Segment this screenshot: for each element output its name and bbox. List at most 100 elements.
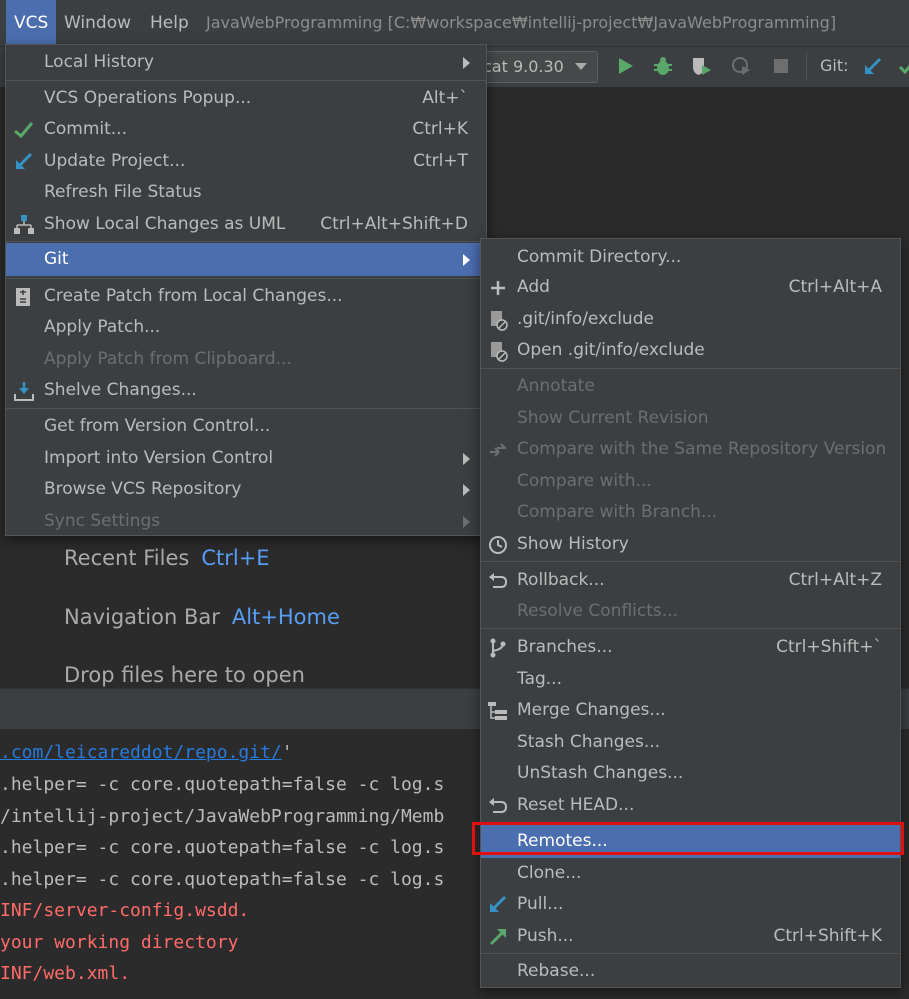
menu-item-git-info-exclude[interactable]: .git/info/exclude [481,304,900,335]
menu-item-label: Apply Patch... [44,317,161,337]
menu-item-shortcut: Ctrl+Alt+A [788,277,882,297]
submenu-arrow-icon [463,453,470,465]
remotes-highlight-box [472,822,904,855]
run-config-dropdown[interactable]: cat 9.0.30 [470,51,598,83]
menu-item-shelve-changes[interactable]: Shelve Changes... [6,375,486,406]
menu-item-label: Get from Version Control... [44,416,271,436]
menu-item-refresh-file-status[interactable]: Refresh File Status [6,177,486,208]
menu-item-create-patch[interactable]: Create Patch from Local Changes... [6,281,486,312]
navigation-bar-hint: Navigation Bar Alt+Home [64,605,340,629]
submenu-arrow-icon [463,516,470,528]
menu-item-label: Sync Settings [44,511,161,531]
menu-item-label: Add [517,277,550,297]
menu-item-local-history[interactable]: Local History [6,47,486,78]
menu-item-label: Merge Changes... [517,700,666,720]
menu-window[interactable]: Window [56,0,139,46]
update-arrow-icon [16,152,33,169]
menu-item-show-local-changes-uml[interactable]: Show Local Changes as UML Ctrl+Alt+Shift… [6,209,486,240]
menu-item-apply-patch-clipboard: Apply Patch from Clipboard... [6,344,486,375]
menu-item-resolve-conflicts: Resolve Conflicts... [481,596,900,627]
menu-item-label: Stash Changes... [517,732,661,752]
menu-item-shortcut: Ctrl+K [412,119,468,139]
menu-item-unstash-changes[interactable]: UnStash Changes... [481,758,900,789]
menu-item-commit-directory[interactable]: Commit Directory... [481,242,900,273]
git-update-icon[interactable] [862,55,884,77]
rollback-icon [489,573,508,588]
menu-item-label: Compare with the Same Repository Version [517,439,887,459]
menu-item-label: Push... [517,926,574,946]
menu-item-label: Reset HEAD... [517,795,635,815]
menu-item-label: Refresh File Status [44,182,202,202]
menu-item-reset-head[interactable]: Reset HEAD... [481,790,900,821]
window-title: JavaWebProgramming [C:₩workspace₩intelli… [206,13,837,32]
menu-item-commit[interactable]: Commit... Ctrl+K [6,114,486,145]
menu-item-label: Shelve Changes... [44,380,197,400]
menu-item-open-git-info-exclude[interactable]: Open .git/info/exclude [481,335,900,366]
menu-item-add[interactable]: Add Ctrl+Alt+A [481,272,900,303]
merge-icon [488,702,507,720]
menu-item-merge-changes[interactable]: Merge Changes... [481,695,900,726]
menu-item-compare-same-repo: Compare with the Same Repository Version [481,434,900,465]
menu-item-tag[interactable]: Tag... [481,664,900,695]
console-link[interactable]: .com/leicareddot/repo.git/ [0,742,282,763]
menu-item-compare-with: Compare with... [481,466,900,497]
patch-file-icon [16,288,30,306]
branch-icon [490,638,506,658]
submenu-arrow-icon [463,57,470,69]
menu-item-rollback[interactable]: Rollback... Ctrl+Alt+Z [481,565,900,596]
menu-item-shortcut: Ctrl+Alt+Z [788,570,882,590]
menu-separator [6,241,486,242]
clock-icon [489,536,507,554]
git-commit-icon[interactable] [898,55,909,77]
menu-item-get-from-vc[interactable]: Get from Version Control... [6,411,486,442]
profile-icon[interactable] [730,55,752,77]
chevron-down-icon [575,63,587,70]
menu-item-label: Branches... [517,637,613,657]
menu-item-browse-vcs-repo[interactable]: Browse VCS Repository [6,474,486,505]
console-line: INF/web.xml. [0,963,131,984]
debug-icon[interactable] [652,55,674,77]
menu-item-sync-settings: Sync Settings [6,506,486,537]
git-submenu: Commit Directory... Add Ctrl+Alt+A .git/… [480,238,901,988]
menu-item-show-current-revision: Show Current Revision [481,403,900,434]
menu-help[interactable]: Help [142,0,197,46]
menu-item-clone[interactable]: Clone... [481,858,900,889]
menu-item-pull[interactable]: Pull... [481,889,900,920]
menu-item-branches[interactable]: Branches... Ctrl+Shift+` [481,632,900,663]
coverage-icon[interactable] [690,55,712,77]
menu-item-git[interactable]: Git [6,243,486,276]
menu-separator [481,628,900,629]
menu-vcs[interactable]: VCS [6,0,57,46]
uml-diagram-icon [14,215,34,234]
stop-icon[interactable] [770,55,792,77]
menu-item-stash-changes[interactable]: Stash Changes... [481,727,900,758]
menu-item-vcs-operations-popup[interactable]: VCS Operations Popup... Alt+` [6,83,486,114]
menu-item-label: Rollback... [517,570,605,590]
menu-item-label: Show Current Revision [517,408,709,428]
drop-files-hint: Drop files here to open [64,663,305,687]
menu-item-rebase[interactable]: Rebase... [481,956,900,987]
push-arrow-icon [489,929,506,946]
menu-item-apply-patch[interactable]: Apply Patch... [6,312,486,343]
menu-item-label: Rebase... [517,961,596,981]
menu-item-shortcut: Ctrl+Shift+K [773,926,882,946]
menu-bar: VCS Window Help JavaWebProgramming [C:₩w… [0,0,909,46]
menu-item-shortcut: Ctrl+T [413,151,468,171]
menu-item-compare-with-branch: Compare with Branch... [481,497,900,528]
menu-item-show-history[interactable]: Show History [481,529,900,560]
navigation-bar-shortcut: Alt+Home [231,605,340,629]
console-line: .helper= -c core.quotepath=false -c log.… [0,774,445,795]
console-line: .com/leicareddot/repo.git/' [0,742,293,763]
console-line: /intellij-project/JavaWebProgramming/Mem… [0,806,445,827]
menu-separator [6,408,486,409]
recent-files-label: Recent Files [64,546,190,570]
run-icon[interactable] [614,55,636,77]
menu-item-update-project[interactable]: Update Project... Ctrl+T [6,146,486,177]
menu-item-shortcut: Alt+` [422,88,468,108]
menu-item-push[interactable]: Push... Ctrl+Shift+K [481,921,900,952]
menu-separator [481,953,900,954]
vcs-menu: Local History VCS Operations Popup... Al… [5,44,487,536]
file-excluded-icon [491,342,508,362]
menu-item-import-into-vc[interactable]: Import into Version Control [6,443,486,474]
navigation-bar-label: Navigation Bar [64,605,220,629]
